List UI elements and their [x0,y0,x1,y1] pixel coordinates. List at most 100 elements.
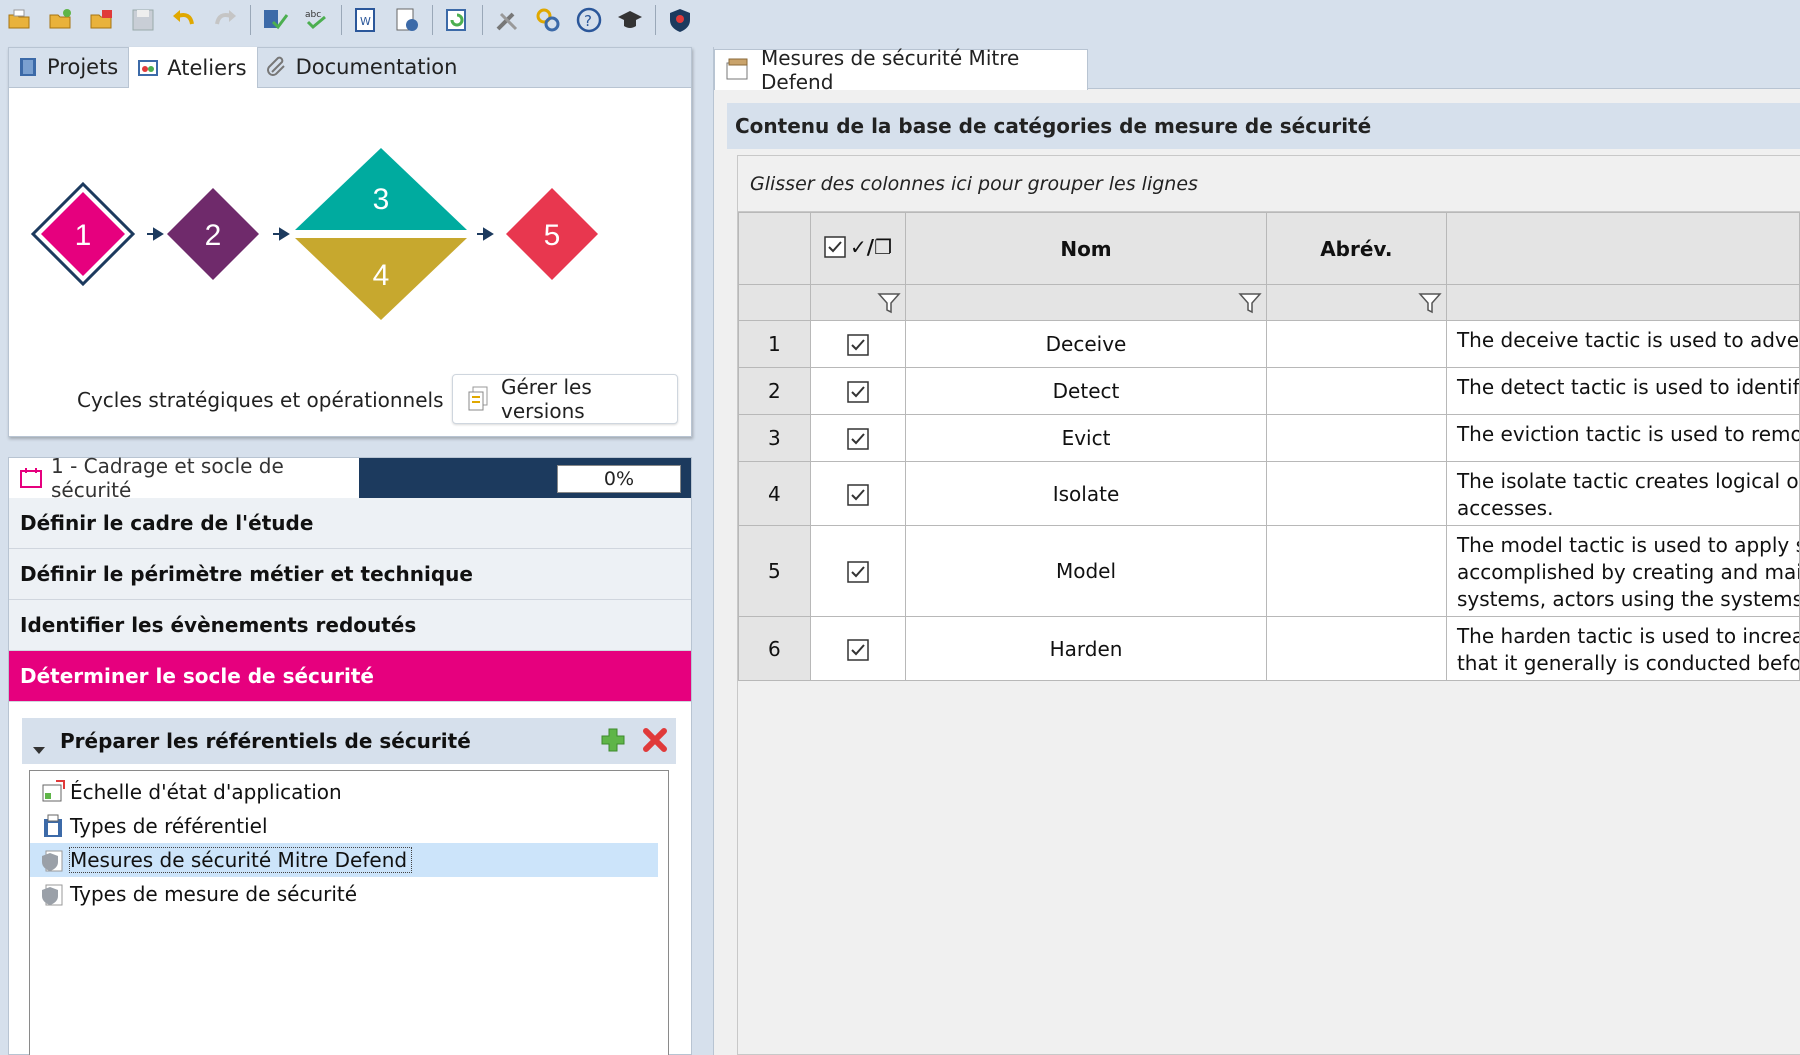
transfer-icon[interactable] [530,2,566,38]
description-cell[interactable]: The detect tactic is used to identify a [1445,367,1800,415]
abrev-cell[interactable] [1265,616,1447,681]
abrev-column-header[interactable]: Abrév. [1265,212,1447,285]
step-definir-cadre[interactable]: Définir le cadre de l'étude [9,498,691,549]
abrev-cell[interactable] [1265,320,1447,368]
step-definir-perimetre[interactable]: Définir le périmètre métier et technique [9,549,691,600]
row-number: 4 [738,461,811,526]
refresh-icon[interactable] [439,2,475,38]
content-panel: Mesures de sécurité Mitre Defend Contenu… [713,46,1800,1055]
filter-icon[interactable] [877,291,902,315]
description-column-header[interactable] [1445,212,1800,285]
abrev-cell[interactable] [1265,461,1447,526]
table-row[interactable]: 2 Detect The detect tactic is used to id… [738,367,1800,415]
tab-mitre-defend[interactable]: Mesures de sécurité Mitre Defend [714,46,1088,94]
open-project-icon[interactable] [84,2,120,38]
table-row[interactable]: 6 Harden The harden tactic is used to in… [738,616,1800,681]
list-item[interactable]: Types de mesure de sécurité [30,877,668,911]
list-item[interactable]: Échelle d'état d'application [30,775,668,809]
redo-icon[interactable] [207,2,243,38]
description-cell[interactable]: The isolate tactic creates logical or p … [1445,461,1800,526]
list-item-label: Types de mesure de sécurité [70,882,358,906]
manage-versions-button[interactable]: Gérer les versions [452,374,678,424]
checkbox-checked-icon[interactable] [824,235,846,258]
cycles-label: Cycles stratégiques et opérationnels : [77,388,457,412]
tab-label: Ateliers [167,55,247,80]
filter-cell [1445,284,1800,321]
abrev-cell[interactable] [1265,525,1447,617]
table-row[interactable]: 4 Isolate The isolate tactic creates log… [738,461,1800,526]
check-column-header[interactable]: ✓/❐ [809,212,907,285]
shield-icon[interactable] [662,2,698,38]
row-checkbox-cell [809,616,907,681]
checkbox-checked-icon[interactable] [847,381,869,403]
name-column-header[interactable]: Nom [905,212,1267,285]
table-row[interactable]: 3 Evict The eviction tactic is used to r… [738,414,1800,462]
step-socle-securite[interactable]: Déterminer le socle de sécurité [9,651,691,702]
save-icon[interactable] [125,2,161,38]
checkbox-checked-icon[interactable] [847,639,869,661]
tab-ateliers[interactable]: Ateliers [129,47,258,88]
description-cell[interactable]: The model tactic is used to apply se acc… [1445,525,1800,617]
panel-tabs: Projets Ateliers Documentation [9,47,691,88]
list-item-label: Mesures de sécurité Mitre Defend [68,847,413,873]
tab-documentation[interactable]: Documentation [258,47,468,87]
workshop-4[interactable]: 4 [295,238,467,320]
chevron-down-icon[interactable] [32,736,46,754]
spellcheck-icon[interactable]: abc [298,2,334,38]
table-row[interactable]: 5 Model The model tactic is used to appl… [738,525,1800,617]
add-icon[interactable] [600,727,626,753]
toolbar-separator [482,5,483,35]
workshops-panel: Projets Ateliers Documentation 1 2 3 4 5… [8,47,692,437]
name-cell[interactable]: Detect [905,367,1267,415]
tab-label: Mesures de sécurité Mitre Defend [761,46,1020,94]
filter-icon[interactable] [1418,291,1442,315]
description-cell[interactable]: The harden tactic is used to increase th… [1445,616,1800,681]
description-line: The isolate tactic creates logical or p [1456,469,1800,493]
group-by-panel[interactable]: Glisser des colonnes ici pour grouper le… [738,156,1800,212]
tab-projets[interactable]: Projets [9,47,130,87]
report-icon[interactable] [389,2,425,38]
name-cell[interactable]: Model [905,525,1267,617]
undo-icon[interactable] [166,2,202,38]
checkbox-checked-icon[interactable] [847,428,869,450]
workshop-1[interactable]: 1 [30,181,136,287]
name-cell[interactable]: Evict [905,414,1267,462]
workshop-tab[interactable]: 1 - Cadrage et socle de sécurité [9,454,359,502]
name-cell[interactable]: Harden [905,616,1267,681]
tools-icon[interactable] [489,2,525,38]
description-cell[interactable]: The deceive tactic is used to advertis [1445,320,1800,368]
toolbar-separator [432,5,433,35]
checkbox-checked-icon[interactable] [847,561,869,583]
subsection-header[interactable]: Préparer les référentiels de sécurité [22,718,676,764]
workshop-2[interactable]: 2 [167,188,259,280]
list-item-selected[interactable]: Mesures de sécurité Mitre Defend [30,843,658,877]
list-item[interactable]: Types de référentiel [30,809,668,843]
description-cell[interactable]: The eviction tactic is used to remove [1445,414,1800,462]
delete-icon[interactable] [642,727,668,753]
checkbox-checked-icon[interactable] [847,334,869,356]
filter-cell [905,284,1267,321]
svg-text:abc: abc [305,10,321,20]
workshop-3[interactable]: 3 [295,148,467,230]
calendar-icon [19,467,43,489]
help-icon[interactable]: ? [571,2,607,38]
new-folder-icon[interactable] [43,2,79,38]
validate-icon[interactable] [257,2,293,38]
svg-text:1: 1 [75,219,92,252]
arrow-icon [477,227,494,241]
open-folder-icon[interactable] [2,2,38,38]
export-word-icon[interactable]: W [348,2,384,38]
abrev-cell[interactable] [1265,414,1447,462]
row-checkbox-cell [809,525,907,617]
table-row[interactable]: 1 Deceive The deceive tactic is used to … [738,320,1800,368]
main-toolbar: abc W ? [0,0,1800,40]
filter-icon[interactable] [1237,291,1262,315]
abrev-cell[interactable] [1265,367,1447,415]
training-icon[interactable] [612,2,648,38]
checkbox-checked-icon[interactable] [847,484,869,506]
name-cell[interactable]: Deceive [905,320,1267,368]
step-evenements-redoutes[interactable]: Identifier les évènements redoutés [9,600,691,651]
name-cell[interactable]: Isolate [905,461,1267,526]
workshop-5[interactable]: 5 [506,188,598,280]
row-checkbox-cell [809,367,907,415]
